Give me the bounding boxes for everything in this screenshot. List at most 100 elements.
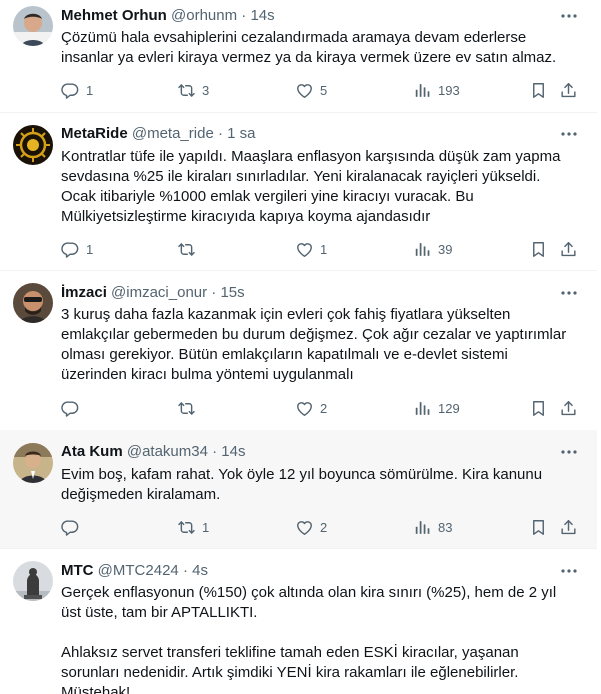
retweet-button[interactable] — [177, 394, 202, 422]
like-count: 5 — [320, 82, 328, 98]
bookmark-button[interactable] — [529, 76, 548, 104]
retweet-count: 3 — [202, 82, 210, 98]
like-button[interactable]: 5 — [295, 76, 327, 104]
retweet-button[interactable] — [177, 235, 202, 263]
views-chart-icon — [413, 518, 432, 537]
bookmark-icon — [529, 518, 548, 537]
heart-icon — [295, 399, 314, 418]
reply-button[interactable]: 1 — [61, 76, 93, 104]
author-handle[interactable]: @imzaci_onur — [111, 284, 207, 301]
more-horizontal-icon[interactable] — [559, 8, 579, 24]
like-count: 2 — [320, 400, 328, 416]
more-horizontal-icon[interactable] — [559, 126, 579, 142]
retweet-icon — [177, 399, 196, 418]
views-button[interactable]: 193 — [413, 76, 460, 104]
reply-icon — [61, 399, 80, 418]
bookmark-button[interactable] — [529, 235, 548, 263]
views-count: 39 — [438, 241, 453, 257]
tweet-text: Gerçek enflasyonun (%150) çok altında ol… — [61, 584, 557, 694]
heart-icon — [295, 240, 314, 259]
avatar[interactable] — [13, 283, 53, 323]
views-count: 193 — [438, 82, 460, 98]
share-button[interactable] — [559, 513, 578, 541]
tweet-time[interactable]: 14s — [221, 443, 245, 460]
reply-icon — [61, 81, 80, 100]
share-icon — [559, 81, 578, 100]
tweet[interactable]: MTC @MTC2424 · 4s Gerçek enflasyonun (%1… — [0, 548, 597, 694]
like-button[interactable]: 2 — [295, 513, 327, 541]
author-handle[interactable]: @MTC2424 — [98, 562, 179, 579]
tweet-time[interactable]: 4s — [192, 562, 208, 579]
avatar[interactable] — [13, 561, 53, 601]
share-button[interactable] — [559, 76, 578, 104]
views-count: 129 — [438, 400, 460, 416]
like-count: 1 — [320, 241, 328, 257]
reply-count: 1 — [86, 241, 94, 257]
tweet[interactable]: MetaRide @meta_ride · 1 sa Kontratlar tü… — [0, 112, 597, 271]
retweet-button[interactable]: 3 — [177, 76, 209, 104]
author-handle[interactable]: @atakum34 — [127, 443, 208, 460]
separator-dot: · — [211, 284, 217, 301]
share-icon — [559, 240, 578, 259]
share-button[interactable] — [559, 394, 578, 422]
separator-dot: · — [212, 443, 218, 460]
tweet[interactable]: Mehmet Orhun @orhunm · 14s Çözümü hala e… — [0, 0, 597, 113]
bookmark-button[interactable] — [529, 513, 548, 541]
views-chart-icon — [413, 81, 432, 100]
tweet-text: Kontratlar tüfe ile yapıldı. Maaşlara en… — [61, 148, 561, 225]
reply-button[interactable] — [61, 513, 86, 541]
tweet-text: 3 kuruş daha fazla kazanmak için evleri … — [61, 306, 567, 383]
heart-icon — [295, 81, 314, 100]
tweet-text: Çözümü hala evsahiplerini cezalandırmada… — [61, 29, 557, 66]
views-chart-icon — [413, 399, 432, 418]
author-handle[interactable]: @orhunm — [171, 7, 237, 24]
more-horizontal-icon[interactable] — [559, 563, 579, 579]
retweet-icon — [177, 240, 196, 259]
more-horizontal-icon[interactable] — [559, 285, 579, 301]
reply-icon — [61, 518, 80, 537]
like-button[interactable]: 2 — [295, 394, 327, 422]
separator-dot: · — [241, 7, 247, 24]
avatar[interactable] — [13, 125, 53, 165]
tweet[interactable]: Ata Kum @atakum34 · 14s Evim boş, kafam … — [0, 430, 597, 549]
share-icon — [559, 518, 578, 537]
views-button[interactable]: 83 — [413, 513, 452, 541]
views-button[interactable]: 129 — [413, 394, 460, 422]
avatar[interactable] — [13, 443, 53, 483]
author-handle[interactable]: @meta_ride — [132, 125, 214, 142]
heart-icon — [295, 518, 314, 537]
author-name[interactable]: MetaRide — [61, 125, 128, 142]
share-icon — [559, 399, 578, 418]
bookmark-icon — [529, 81, 548, 100]
bookmark-icon — [529, 399, 548, 418]
tweet-time[interactable]: 1 sa — [227, 125, 255, 142]
like-button[interactable]: 1 — [295, 235, 327, 263]
tweet-time[interactable]: 14s — [250, 7, 274, 24]
tweet[interactable]: İmzaci @imzaci_onur · 15s 3 kuruş daha f… — [0, 270, 597, 431]
bookmark-icon — [529, 240, 548, 259]
avatar[interactable] — [13, 6, 53, 46]
author-name[interactable]: Mehmet Orhun — [61, 7, 167, 24]
like-count: 2 — [320, 519, 328, 535]
author-name[interactable]: MTC — [61, 562, 94, 579]
tweet-time[interactable]: 15s — [220, 284, 244, 301]
views-count: 83 — [438, 519, 453, 535]
retweet-icon — [177, 518, 196, 537]
more-horizontal-icon[interactable] — [559, 444, 579, 460]
reply-count: 1 — [86, 82, 94, 98]
separator-dot: · — [182, 562, 188, 579]
separator-dot: · — [217, 125, 223, 142]
author-name[interactable]: İmzaci — [61, 284, 107, 301]
author-name[interactable]: Ata Kum — [61, 443, 123, 460]
tweet-text: Evim boş, kafam rahat. Yok öyle 12 yıl b… — [61, 466, 543, 503]
bookmark-button[interactable] — [529, 394, 548, 422]
retweet-button[interactable]: 1 — [177, 513, 209, 541]
views-chart-icon — [413, 240, 432, 259]
retweet-icon — [177, 81, 196, 100]
views-button[interactable]: 39 — [413, 235, 452, 263]
reply-icon — [61, 240, 80, 259]
reply-button[interactable]: 1 — [61, 235, 93, 263]
retweet-count: 1 — [202, 519, 210, 535]
reply-button[interactable] — [61, 394, 86, 422]
share-button[interactable] — [559, 235, 578, 263]
